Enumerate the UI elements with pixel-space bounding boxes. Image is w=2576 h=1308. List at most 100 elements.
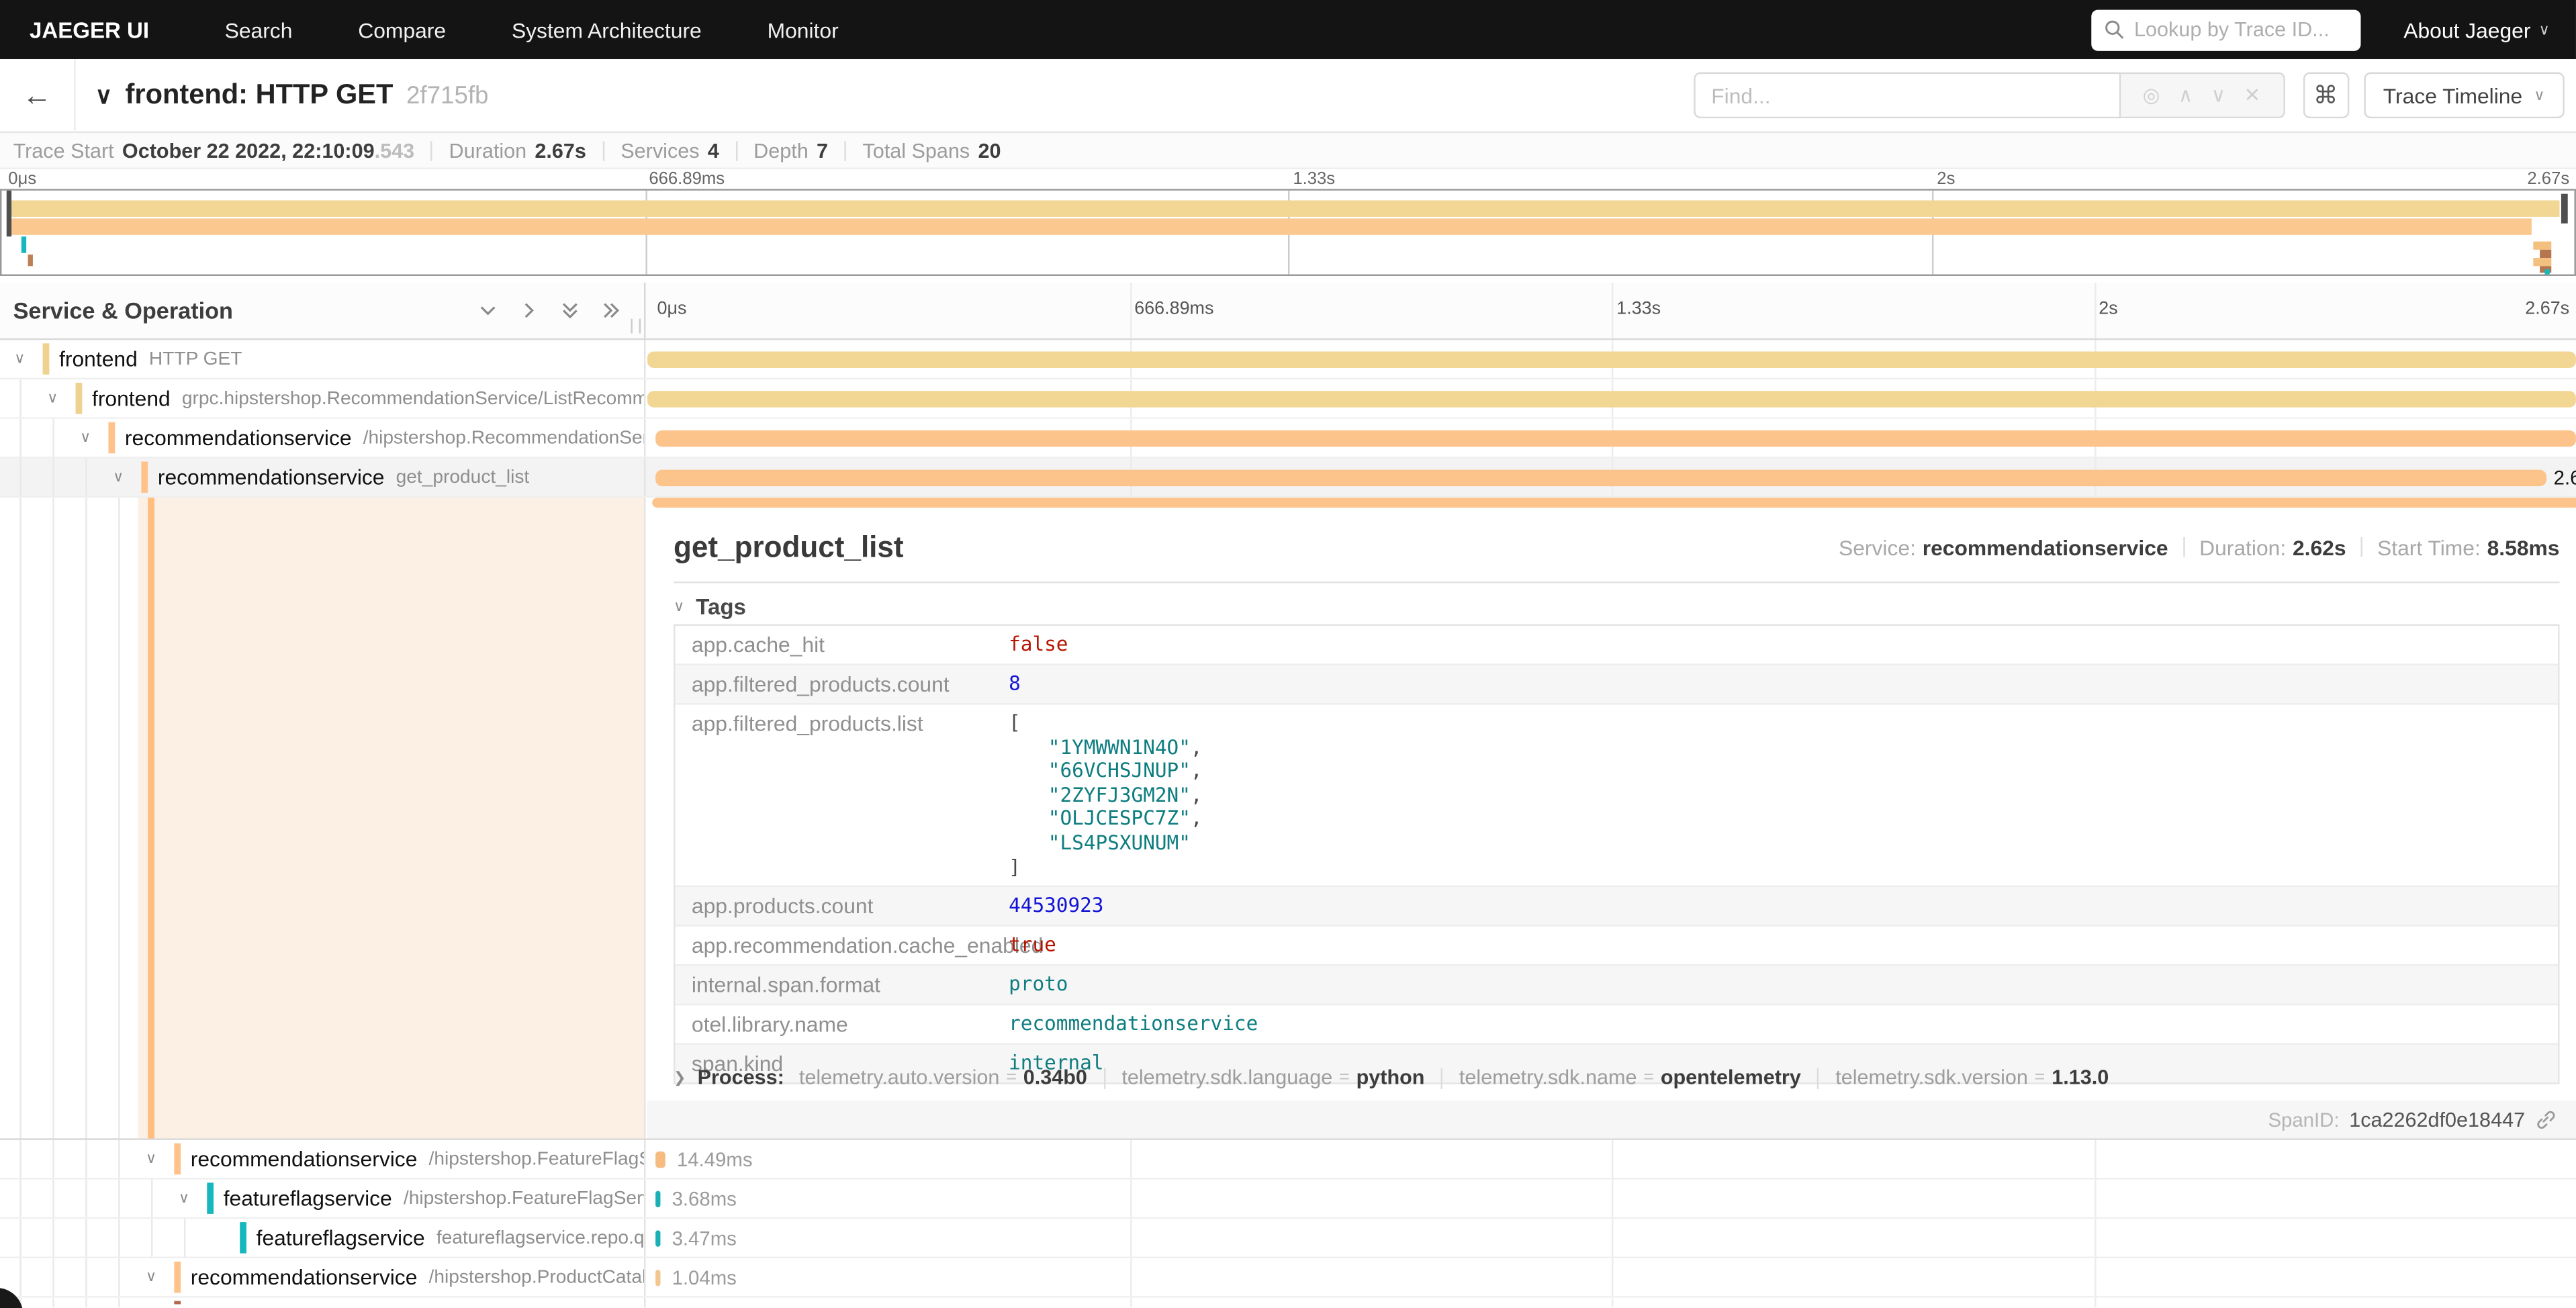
- nav-item-monitor[interactable]: Monitor: [735, 17, 872, 42]
- span-toggle-chevron-icon[interactable]: ∨: [76, 419, 95, 457]
- span-name-cell[interactable]: ∨frontendHTTP GET: [0, 340, 645, 377]
- grid-line: [1612, 1219, 1613, 1256]
- nav-item-system-architecture[interactable]: System Architecture: [479, 17, 735, 42]
- span-name-cell[interactable]: ∨recommendationservice/hipstershop.Featu…: [0, 1140, 645, 1178]
- trace-id-search-input[interactable]: Lookup by Trace ID...: [2091, 9, 2360, 50]
- span-row[interactable]: ∨recommendationserviceget_product_list2.…: [0, 459, 2576, 498]
- find-input[interactable]: Find...: [1693, 73, 2120, 118]
- meta-suffix: .543: [375, 139, 415, 162]
- span-row[interactable]: ∨recommendationservice/hipstershop.Recom…: [0, 419, 2576, 459]
- tags-section-toggle[interactable]: ∨ Tags: [674, 595, 746, 620]
- process-value: 0.34b0: [1023, 1066, 1087, 1089]
- span-timeline-cell[interactable]: 3.47ms: [647, 1219, 2576, 1256]
- app-logo[interactable]: JAEGER UI: [0, 17, 192, 42]
- view-selector-dropdown[interactable]: Trace Timeline ∨: [2363, 73, 2564, 118]
- indent-guide: [19, 419, 21, 457]
- span-timeline-cell[interactable]: [647, 340, 2576, 377]
- tag-row[interactable]: app.recommendation.cache_enabledtrue: [675, 927, 2558, 966]
- span-duration-tick: [655, 1270, 660, 1286]
- meta-separator: [2183, 537, 2184, 557]
- span-name-cell[interactable]: ∨recommendationservice/hipstershop.Recom…: [0, 419, 645, 457]
- span-timeline-cell[interactable]: [647, 379, 2576, 417]
- detail-meta-label: Start Time:: [2377, 534, 2481, 559]
- indent-guide: [85, 1180, 87, 1217]
- prev-result-icon[interactable]: ∧: [2178, 84, 2193, 107]
- span-timeline-cell[interactable]: [647, 1298, 2576, 1308]
- span-timeline-cell[interactable]: 2.62s: [647, 459, 2576, 496]
- span-row[interactable]: featureflagservicefeatureflagservice.rep…: [0, 1219, 2576, 1258]
- nav-item-search[interactable]: Search: [192, 17, 326, 42]
- span-row[interactable]: ∨frontendHTTP GET: [0, 340, 2576, 379]
- tick-label: 1.33s: [1293, 169, 1335, 189]
- tag-row[interactable]: app.filtered_products.count8: [675, 665, 2558, 705]
- service-color-bar: [174, 1143, 181, 1174]
- process-pair: telemetry.sdk.language=python: [1121, 1066, 1424, 1089]
- tag-row[interactable]: app.products.count44530923: [675, 887, 2558, 927]
- about-jaeger-menu[interactable]: About Jaeger ∨: [2403, 17, 2550, 42]
- span-toggle-chevron-icon[interactable]: ∨: [141, 1140, 160, 1178]
- collapse-one-icon[interactable]: [478, 301, 498, 320]
- search-icon: [2105, 19, 2124, 39]
- next-result-icon[interactable]: ∨: [2211, 84, 2226, 107]
- span-toggle-chevron-icon[interactable]: ∨: [108, 459, 128, 496]
- collapse-controls: [478, 301, 644, 320]
- span-row[interactable]: ∨recommendationservice/hipstershop.Produ…: [0, 1258, 2576, 1298]
- indent-guide: [19, 1258, 21, 1296]
- span-timeline-cell[interactable]: 3.68ms: [647, 1180, 2576, 1217]
- deep-link-icon[interactable]: [2535, 1109, 2557, 1130]
- focus-target-icon[interactable]: ◎: [2143, 84, 2160, 107]
- span-name-cell[interactable]: ∨recommendationserviceget_product_list: [0, 459, 645, 496]
- span-timeline-cell[interactable]: 1.04ms: [647, 1258, 2576, 1296]
- span-detail-left-rail: [0, 498, 645, 1138]
- indent-guide: [151, 1180, 152, 1217]
- span-timeline-cell[interactable]: 14.49ms: [647, 1140, 2576, 1178]
- keyboard-shortcuts-button[interactable]: ⌘: [2303, 73, 2348, 118]
- clear-find-icon[interactable]: ✕: [2244, 84, 2261, 107]
- view-selector-label: Trace Timeline: [2383, 83, 2522, 108]
- span-row[interactable]: ∨featureflagservice/hipstershop.FeatureF…: [0, 1180, 2576, 1219]
- minimap-scrubber-right[interactable]: [2561, 194, 2568, 224]
- span-toggle-chevron-icon[interactable]: ∨: [43, 379, 62, 417]
- tag-row[interactable]: otel.library.namerecommendationservice: [675, 1006, 2558, 1045]
- tag-value: 44530923: [1009, 887, 2558, 925]
- tag-row[interactable]: app.cache_hitfalse: [675, 626, 2558, 665]
- expand-all-icon[interactable]: [601, 301, 620, 320]
- span-detail-header: get_product_list Service:recommendations…: [674, 521, 2559, 573]
- tag-row[interactable]: internal.span.formatproto: [675, 966, 2558, 1006]
- indent-guide: [118, 1258, 120, 1296]
- span-name-cell[interactable]: [0, 1298, 645, 1308]
- span-row[interactable]: ∨frontendgrpc.hipstershop.Recommendation…: [0, 379, 2576, 419]
- span-name-cell[interactable]: featureflagservicefeatureflagservice.rep…: [0, 1219, 645, 1256]
- tag-row[interactable]: app.filtered_products.list["1YMWWN1N4O",…: [675, 705, 2558, 888]
- tag-value: true: [1009, 927, 2558, 964]
- span-name-cell[interactable]: ∨featureflagservice/hipstershop.FeatureF…: [0, 1180, 645, 1217]
- trace-minimap[interactable]: [0, 189, 2576, 276]
- span-name-cell[interactable]: ∨frontendgrpc.hipstershop.Recommendation…: [0, 379, 645, 417]
- back-button[interactable]: ←: [0, 58, 76, 132]
- span-row[interactable]: [0, 1298, 2576, 1308]
- trace-collapse-chevron-icon[interactable]: ∨: [95, 81, 112, 109]
- span-toggle-chevron-icon[interactable]: ∨: [10, 340, 30, 377]
- span-row[interactable]: ∨recommendationservice/hipstershop.Featu…: [0, 1140, 2576, 1180]
- process-separator: [1441, 1067, 1442, 1088]
- process-value: 1.13.0: [2052, 1066, 2109, 1089]
- process-row[interactable]: ❯ Process: telemetry.auto.version=0.34b0…: [674, 1066, 2559, 1089]
- indent-guide: [85, 1298, 87, 1308]
- expand-one-icon[interactable]: [519, 301, 539, 320]
- span-timeline-cell[interactable]: [647, 419, 2576, 457]
- span-toggle-chevron-icon[interactable]: ∨: [174, 1180, 193, 1217]
- column-resize-grip[interactable]: [631, 319, 641, 334]
- nav-item-compare[interactable]: Compare: [325, 17, 479, 42]
- span-toggle-chevron-icon[interactable]: ∨: [141, 1258, 160, 1296]
- indent-guide: [52, 1180, 54, 1217]
- minimap-span-bar: [10, 218, 2532, 234]
- operation-name: grpc.hipstershop.RecommendationService/L…: [182, 389, 646, 408]
- minimap-scrubber-left[interactable]: [7, 191, 11, 236]
- collapse-all-icon[interactable]: [560, 301, 580, 320]
- tag-value: recommendationservice: [1009, 1006, 2558, 1043]
- span-name-cell[interactable]: ∨recommendationservice/hipstershop.Produ…: [0, 1258, 645, 1296]
- service-color-bar: [43, 343, 50, 374]
- indent-guide: [118, 1298, 120, 1308]
- list-bracket: [: [1009, 711, 2548, 735]
- trace-meta-bar: Trace StartOctober 22 2022, 22:10:09.543…: [0, 133, 2576, 169]
